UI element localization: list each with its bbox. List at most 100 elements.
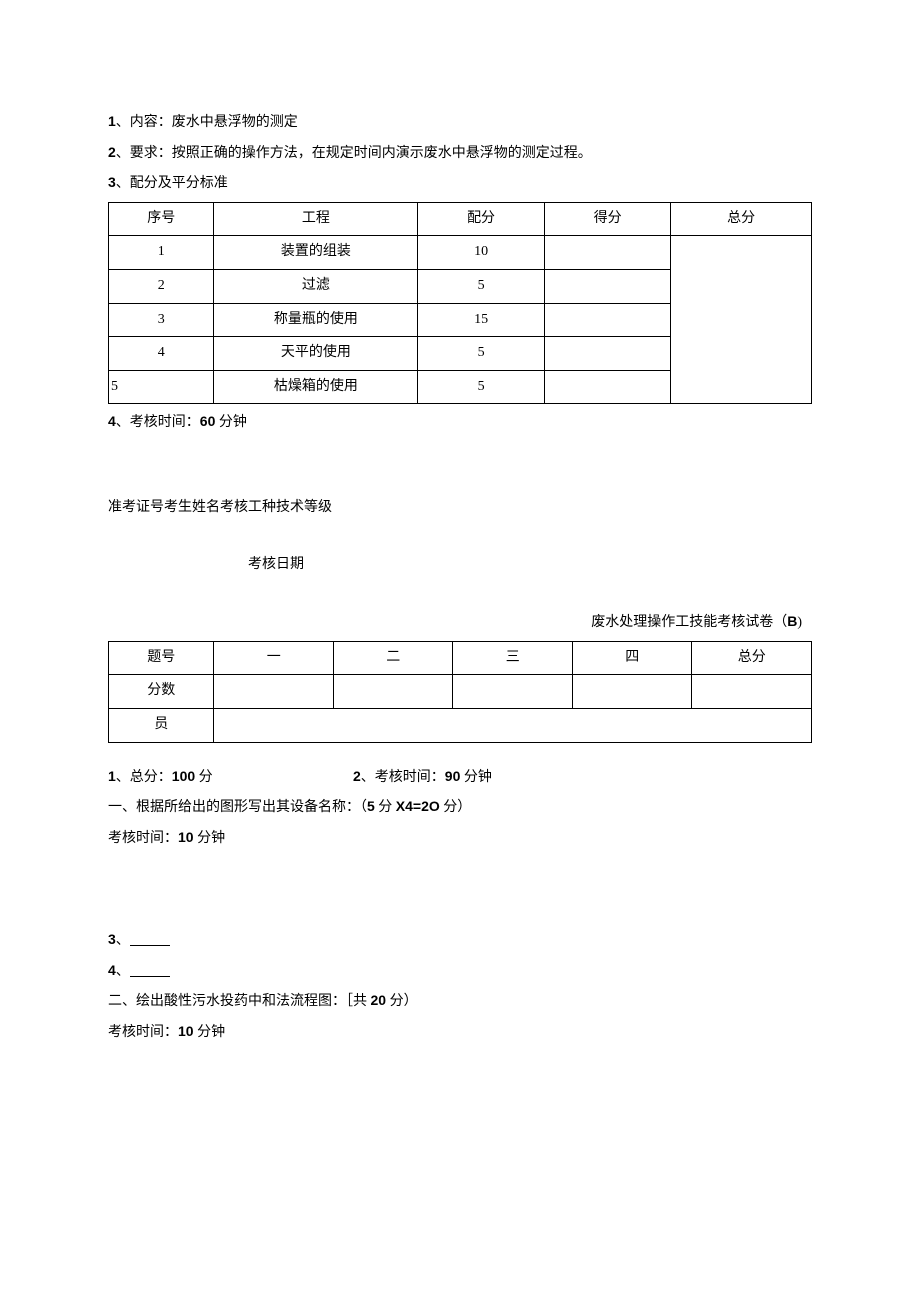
q2-20: 20 — [371, 992, 387, 1008]
total-value: 100 — [172, 768, 195, 784]
q2t-unit: 分钟 — [194, 1025, 226, 1040]
cell-n: 1 — [109, 236, 214, 270]
cell-empty — [572, 675, 692, 709]
scoring-text: 、配分及平分标准 — [116, 176, 228, 191]
content-line-2: 2、要求：按照正确的操作方法，在规定时间内演示废水中悬浮物的测定过程。 — [108, 139, 812, 168]
cell-empty-span — [214, 708, 812, 742]
requirement-text: 、要求：按照正确的操作方法，在规定时间内演示废水中悬浮物的测定过程。 — [116, 146, 592, 161]
sep-4: 、 — [116, 964, 130, 979]
cell-proj: 装置的组装 — [214, 236, 418, 270]
time-label: 、考核时间： — [116, 415, 200, 430]
col-total: 总分 — [671, 202, 812, 236]
q1t-label: 考核时间： — [108, 831, 178, 846]
q1t-value: 10 — [178, 829, 194, 845]
q2-time: 考核时间：10 分钟 — [108, 1018, 812, 1047]
q2t-label: 考核时间： — [108, 1025, 178, 1040]
cell-n: 2 — [109, 269, 214, 303]
col-4: 四 — [572, 641, 692, 675]
cell-score: 15 — [418, 303, 545, 337]
col-3: 三 — [453, 641, 573, 675]
table-header: 序号 工程 配分 得分 总分 — [109, 202, 812, 236]
num-2b: 2 — [353, 768, 361, 784]
q1-5: 5 — [367, 798, 375, 814]
col-2: 二 — [333, 641, 453, 675]
total-score: 1、总分：100 分 — [108, 763, 353, 792]
num-4: 4 — [108, 413, 116, 429]
summary-line: 1、总分：100 分 2、考核时间：90 分钟 — [108, 763, 812, 792]
cell-empty — [214, 675, 334, 709]
cell-score: 10 — [418, 236, 545, 270]
question-1: 一、根据所给出的图形写出其设备名称：（5 分 X4=2O 分） — [108, 793, 812, 822]
col-seq: 序号 — [109, 202, 214, 236]
q1-mid: 分 — [375, 800, 396, 815]
q1-time: 考核时间：10 分钟 — [108, 824, 812, 853]
q2-post: 分） — [386, 994, 418, 1009]
title-pre: 废水处理操作工技能考核试卷（ — [591, 615, 787, 630]
total-label: 、总分： — [116, 770, 172, 785]
score-table: 题号 一 二 三 四 总分 分数 员 — [108, 641, 812, 743]
cell-empty — [544, 370, 671, 404]
candidate-info: 准考证号考生姓名考核工种技术等级 — [108, 495, 812, 522]
cell-score: 5 — [418, 269, 545, 303]
cell-n: 3 — [109, 303, 214, 337]
num-1: 1 — [108, 113, 116, 129]
cell-empty — [692, 675, 812, 709]
table-row: 分数 — [109, 675, 812, 709]
cell-n: 5 — [109, 370, 214, 404]
col-total: 总分 — [692, 641, 812, 675]
num-2: 2 — [108, 144, 116, 160]
col-project: 工程 — [214, 202, 418, 236]
table-header: 题号 一 二 三 四 总分 — [109, 641, 812, 675]
exam-time: 2、考核时间：90 分钟 — [353, 763, 492, 792]
title-b: B — [787, 613, 797, 629]
q1-x4: X4=2O — [396, 798, 440, 814]
cell-score: 5 — [418, 337, 545, 371]
question-2: 二、绘出酸性污水投药中和法流程图：［共 20 分） — [108, 987, 812, 1016]
num-1b: 1 — [108, 768, 116, 784]
q1t-unit: 分钟 — [194, 831, 226, 846]
num-3: 3 — [108, 174, 116, 190]
blank-line-icon — [130, 936, 170, 946]
blank-line-icon — [130, 967, 170, 977]
num-4b: 4 — [108, 962, 116, 978]
q1-pre: 一、根据所给出的图形写出其设备名称：（ — [108, 800, 367, 815]
time-label-2: 、考核时间： — [361, 770, 445, 785]
table-row: 员 — [109, 708, 812, 742]
q2-pre: 二、绘出酸性污水投药中和法流程图：［共 — [108, 994, 371, 1009]
content-line-1: 1、内容：废水中悬浮物的测定 — [108, 108, 812, 137]
col-allocation: 配分 — [418, 202, 545, 236]
cell-proj: 称量瓶的使用 — [214, 303, 418, 337]
row-score: 分数 — [109, 675, 214, 709]
time-line-1: 4、考核时间：60 分钟 — [108, 408, 812, 437]
table-row: 1 装置的组装 10 — [109, 236, 812, 270]
content-text: 、内容：废水中悬浮物的测定 — [116, 115, 298, 130]
blank-4: 4、 — [108, 957, 812, 986]
row-member: 员 — [109, 708, 214, 742]
cell-proj: 天平的使用 — [214, 337, 418, 371]
cell-empty — [544, 337, 671, 371]
cell-empty — [544, 269, 671, 303]
paper-b-title: 废水处理操作工技能考核试卷（B) — [108, 608, 812, 637]
title-post: ) — [797, 615, 802, 630]
cell-empty — [453, 675, 573, 709]
num-3b: 3 — [108, 931, 116, 947]
time-value: 60 — [200, 413, 216, 429]
sep-3: 、 — [116, 933, 130, 948]
cell-empty — [544, 236, 671, 270]
col-score: 得分 — [544, 202, 671, 236]
scoring-table: 序号 工程 配分 得分 总分 1 装置的组装 10 2 过滤 5 3 称量瓶的使… — [108, 202, 812, 405]
time-unit: 分钟 — [215, 415, 247, 430]
cell-score: 5 — [418, 370, 545, 404]
time-value-2: 90 — [445, 768, 461, 784]
cell-n: 4 — [109, 337, 214, 371]
cell-empty — [333, 675, 453, 709]
cell-total — [671, 236, 812, 404]
cell-proj: 过滤 — [214, 269, 418, 303]
col-qnum: 题号 — [109, 641, 214, 675]
cell-proj: 枯燥箱的使用 — [214, 370, 418, 404]
q2t-value: 10 — [178, 1023, 194, 1039]
q1-post: 分） — [440, 800, 472, 815]
col-1: 一 — [214, 641, 334, 675]
total-unit: 分 — [195, 770, 213, 785]
exam-date: 考核日期 — [108, 552, 812, 579]
